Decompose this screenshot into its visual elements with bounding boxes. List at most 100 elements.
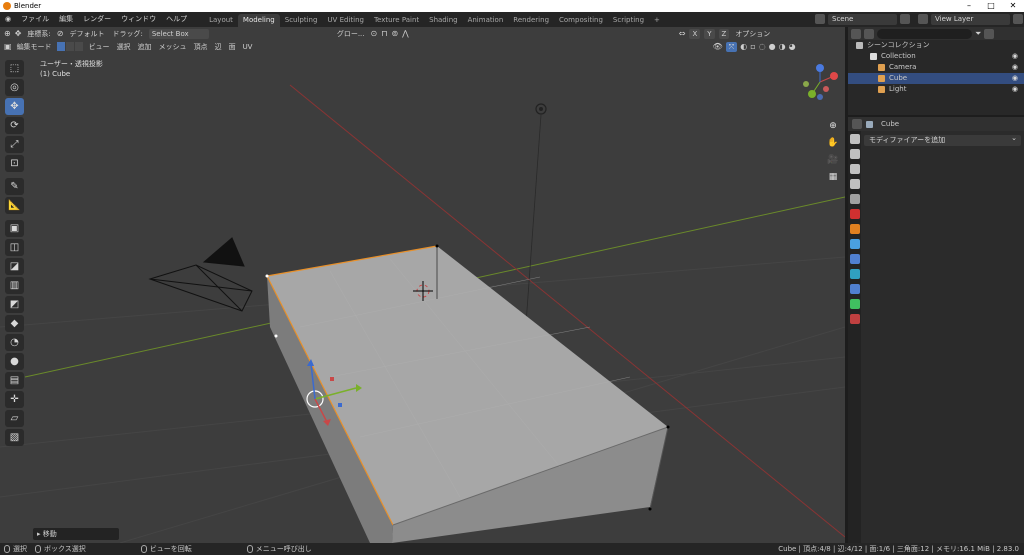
shear-tool[interactable]: ▱ [5, 410, 24, 427]
smooth-tool[interactable]: ● [5, 353, 24, 370]
poly-build-tool[interactable]: ◆ [5, 315, 24, 332]
property-tab-0-icon[interactable] [850, 134, 860, 144]
tab-animation[interactable]: Animation [463, 14, 509, 27]
tab-sculpting[interactable]: Sculpting [280, 14, 323, 27]
menu-edit[interactable]: 編集 [54, 12, 78, 27]
viewport-scene[interactable] [0, 27, 845, 543]
outliner-item-cube[interactable]: Cube ◉ [848, 73, 1024, 84]
tab-modeling[interactable]: Modeling [237, 13, 280, 27]
select-mode-dropdown[interactable]: Select Box [148, 28, 209, 39]
new-scene-icon[interactable] [900, 14, 910, 24]
property-tab-11-icon[interactable] [850, 299, 860, 309]
material-shading-icon[interactable]: ◑ [779, 42, 786, 51]
menu-vertex[interactable]: 頂点 [192, 42, 210, 52]
scene-selector[interactable]: Scene [815, 13, 910, 25]
overlay-icon[interactable]: ◐ [740, 42, 747, 51]
tab-scripting[interactable]: Scripting [608, 14, 649, 27]
outliner-item-light[interactable]: Light ◉ [848, 84, 1024, 95]
tab-uv-editing[interactable]: UV Editing [322, 14, 369, 27]
menu-mesh[interactable]: メッシュ [157, 42, 189, 52]
vertex-select-button[interactable] [56, 42, 65, 51]
menu-view[interactable]: ビュー [87, 42, 112, 52]
pivot-icon[interactable]: ⊙ [371, 29, 378, 38]
loop-cut-tool[interactable]: ▥ [5, 277, 24, 294]
menu-select[interactable]: 選択 [115, 42, 133, 52]
property-tab-9-icon[interactable] [850, 269, 860, 279]
property-tab-2-icon[interactable] [850, 164, 860, 174]
axis-x-toggle[interactable]: X [689, 28, 701, 39]
hand-icon[interactable]: ✋ [826, 136, 840, 150]
wireframe-shading-icon[interactable]: ◌ [759, 42, 766, 51]
xray-icon[interactable]: ▫ [750, 42, 755, 51]
visibility-eye-icon[interactable]: ◉ [1012, 73, 1018, 84]
navigation-gizmo[interactable] [803, 64, 838, 100]
outliner-search-input[interactable] [877, 28, 972, 39]
tab-rendering[interactable]: Rendering [508, 14, 554, 27]
properties-editor-icon[interactable] [852, 119, 862, 129]
close-button[interactable]: ✕ [1002, 0, 1024, 12]
property-tab-1-icon[interactable] [850, 149, 860, 159]
snap-icon[interactable]: ⊓ [381, 29, 387, 38]
add-workspace-button[interactable]: + [649, 14, 665, 27]
collection-row[interactable]: Collection ◉ [848, 51, 1024, 62]
editor-type-icon[interactable]: ⊕ [4, 29, 11, 38]
transform-orientation-dropdown[interactable]: グロー... [335, 29, 367, 39]
property-tab-3-icon[interactable] [850, 179, 860, 189]
visibility-icon[interactable]: 👁 [712, 42, 722, 51]
rotate-tool[interactable]: ⟳ [5, 117, 24, 134]
new-collection-icon[interactable] [984, 28, 995, 39]
orientation-dropdown[interactable]: デフォルト [67, 29, 106, 39]
tab-compositing[interactable]: Compositing [554, 14, 608, 27]
zoom-icon[interactable]: ⊕ [826, 119, 840, 133]
mirror-icon[interactable]: ⇔ [679, 29, 686, 38]
property-tab-10-icon[interactable] [850, 284, 860, 294]
axis-z-toggle[interactable]: Z [718, 28, 730, 39]
visibility-eye-icon[interactable]: ◉ [1012, 62, 1018, 73]
filter-icon[interactable]: ⏷ [975, 29, 981, 39]
menu-file[interactable]: ファイル [16, 12, 54, 27]
menu-face[interactable]: 面 [227, 42, 238, 52]
tab-layout[interactable]: Layout [204, 14, 238, 27]
transform-tool[interactable]: ⊡ [5, 155, 24, 172]
tab-shading[interactable]: Shading [424, 14, 462, 27]
visibility-eye-icon[interactable]: ◉ [1012, 51, 1018, 62]
shrink-fatten-tool[interactable]: ✛ [5, 391, 24, 408]
camera-view-icon[interactable]: 🎥 [826, 153, 840, 167]
knife-tool[interactable]: ◩ [5, 296, 24, 313]
select-box-tool[interactable]: ⬚ [5, 60, 24, 77]
menu-help[interactable]: ヘルプ [161, 12, 192, 27]
bevel-tool[interactable]: ◪ [5, 258, 24, 275]
menu-add[interactable]: 追加 [136, 42, 154, 52]
minimize-button[interactable]: – [958, 0, 980, 12]
property-tab-12-icon[interactable] [850, 314, 860, 324]
property-tab-4-icon[interactable] [850, 194, 860, 204]
property-tab-7-icon[interactable] [850, 239, 860, 249]
inset-tool[interactable]: ◫ [5, 239, 24, 256]
extrude-tool[interactable]: ▣ [5, 220, 24, 237]
menu-window[interactable]: ウィンドウ [116, 12, 161, 27]
display-mode-icon[interactable] [864, 28, 874, 39]
options-dropdown[interactable]: オプション [733, 29, 772, 39]
outliner-editor-icon[interactable] [851, 28, 861, 39]
proportional-edit-icon[interactable]: ⊚ [391, 29, 398, 38]
add-modifier-dropdown[interactable]: モディファイアーを追加 [864, 133, 1021, 146]
tab-texture-paint[interactable]: Texture Paint [369, 14, 424, 27]
cursor-tool[interactable]: ◎ [5, 79, 24, 96]
blender-menu-icon[interactable]: ◉ [0, 12, 16, 27]
menu-edge[interactable]: 辺 [213, 42, 224, 52]
measure-tool[interactable]: 📐 [5, 197, 24, 214]
annotate-tool[interactable]: ✎ [5, 178, 24, 195]
menu-render[interactable]: レンダー [78, 12, 116, 27]
spin-tool[interactable]: ◔ [5, 334, 24, 351]
property-tab-6-icon[interactable] [850, 224, 860, 234]
face-select-button[interactable] [74, 42, 83, 51]
gizmo-toggle[interactable]: ⤧ [725, 41, 738, 52]
scene-collection-row[interactable]: シーンコレクション [848, 40, 1024, 51]
mode-dropdown[interactable]: 編集モード [15, 42, 54, 52]
property-tab-5-icon[interactable] [850, 209, 860, 219]
last-operator-panel[interactable]: ▸ 移動 [33, 528, 119, 540]
visibility-eye-icon[interactable]: ◉ [1012, 84, 1018, 95]
new-view-layer-icon[interactable] [1013, 14, 1023, 24]
3d-viewport[interactable]: ⊕ ✥ 座標系: ⊘ デフォルト ドラッグ: Select Box グロー...… [0, 27, 845, 543]
cube-object[interactable] [265, 244, 670, 544]
